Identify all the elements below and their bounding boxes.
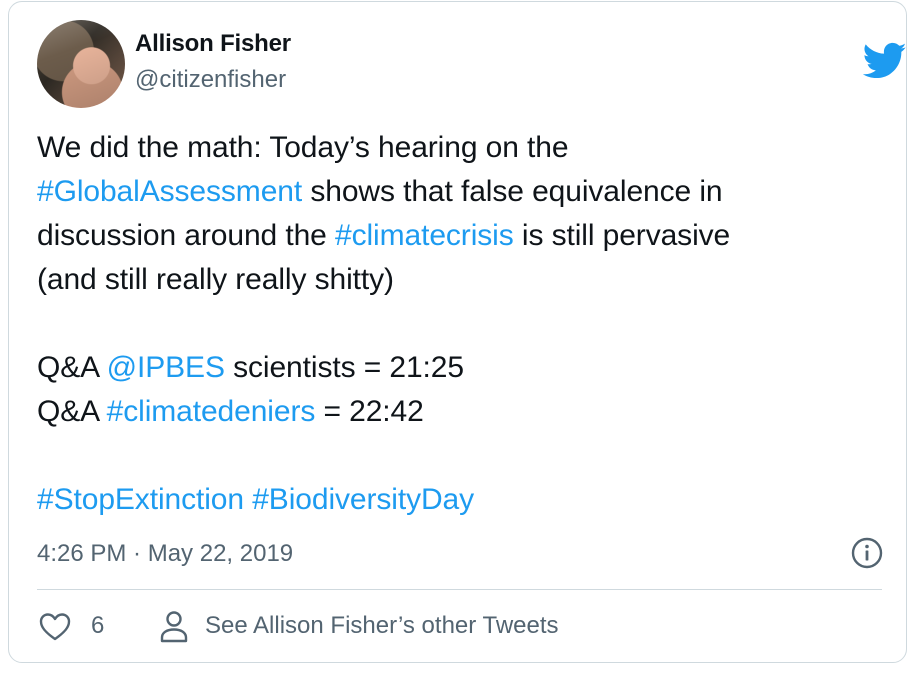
tweet-text-segment: We did the math: Today’s hearing on the <box>37 131 569 164</box>
see-other-tweets-link[interactable]: See Allison Fisher’s other Tweets <box>155 606 615 646</box>
author-handle[interactable]: @citizenfisher <box>135 66 286 94</box>
tweet-line-hashtags: #StopExtinction #BiodiversityDay <box>37 478 882 522</box>
twitter-bird-icon[interactable] <box>863 42 907 80</box>
hashtag-climatedeniers[interactable]: #climatedeniers <box>107 395 316 428</box>
tweet-line-4: (and still really really shitty) <box>37 258 882 302</box>
avatar-shade <box>37 20 125 108</box>
tweet-line-2: #GlobalAssessment shows that false equiv… <box>37 170 882 214</box>
avatar[interactable] <box>37 20 125 108</box>
tweet-actions: 6 See Allison Fisher’s other Tweets <box>37 600 882 652</box>
tweet-meta: 4:26 PM · May 22, 2019 <box>37 532 884 576</box>
tweet-timestamp[interactable]: 4:26 PM · May 22, 2019 <box>37 540 293 568</box>
tweet-text-segment: (and still really really shitty) <box>37 263 394 296</box>
person-icon <box>160 611 188 643</box>
tweet-text-segment: = 22:42 <box>315 395 424 428</box>
tweet-text-segment: discussion around the <box>37 219 335 252</box>
tweet-line-1: We did the math: Today’s hearing on the <box>37 126 882 170</box>
tweet-line-3: discussion around the #climatecrisis is … <box>37 214 882 258</box>
tweet-header: Allison Fisher @citizenfisher <box>37 20 907 110</box>
other-tweets-label: See Allison Fisher’s other Tweets <box>205 612 559 639</box>
tweet-text-segment: Q&A <box>37 395 107 428</box>
tweet-line-qa2: Q&A #climatedeniers = 22:42 <box>37 390 882 434</box>
info-icon[interactable] <box>850 536 884 570</box>
tweet-text-segment: scientists = 21:25 <box>224 351 464 384</box>
hashtag-biodiversityday[interactable]: #BiodiversityDay <box>252 483 474 516</box>
hashtag-separator <box>244 483 252 516</box>
hashtag-globalassessment[interactable]: #GlobalAssessment <box>37 175 302 208</box>
author-name[interactable]: Allison Fisher <box>135 30 291 58</box>
hashtag-climatecrisis[interactable]: #climatecrisis <box>335 219 514 252</box>
like-button[interactable]: 6 <box>37 606 117 646</box>
heart-icon <box>39 613 71 641</box>
paragraph-break <box>37 302 882 346</box>
paragraph-break <box>37 434 882 478</box>
tweet-text-segment: is still pervasive <box>513 219 731 252</box>
tweet-text-segment: Q&A <box>37 351 107 384</box>
tweet-line-qa1: Q&A @IPBES scientists = 21:25 <box>37 346 882 390</box>
like-count: 6 <box>91 612 105 639</box>
hashtag-stopextinction[interactable]: #StopExtinction <box>37 483 244 516</box>
tweet-text: We did the math: Today’s hearing on the … <box>37 126 882 522</box>
tweet-card[interactable]: Allison Fisher @citizenfisher We did the… <box>8 1 907 663</box>
divider <box>37 589 882 590</box>
mention-ipbes[interactable]: @IPBES <box>107 351 225 384</box>
tweet-text-segment: shows that false equivalence in <box>302 175 723 208</box>
